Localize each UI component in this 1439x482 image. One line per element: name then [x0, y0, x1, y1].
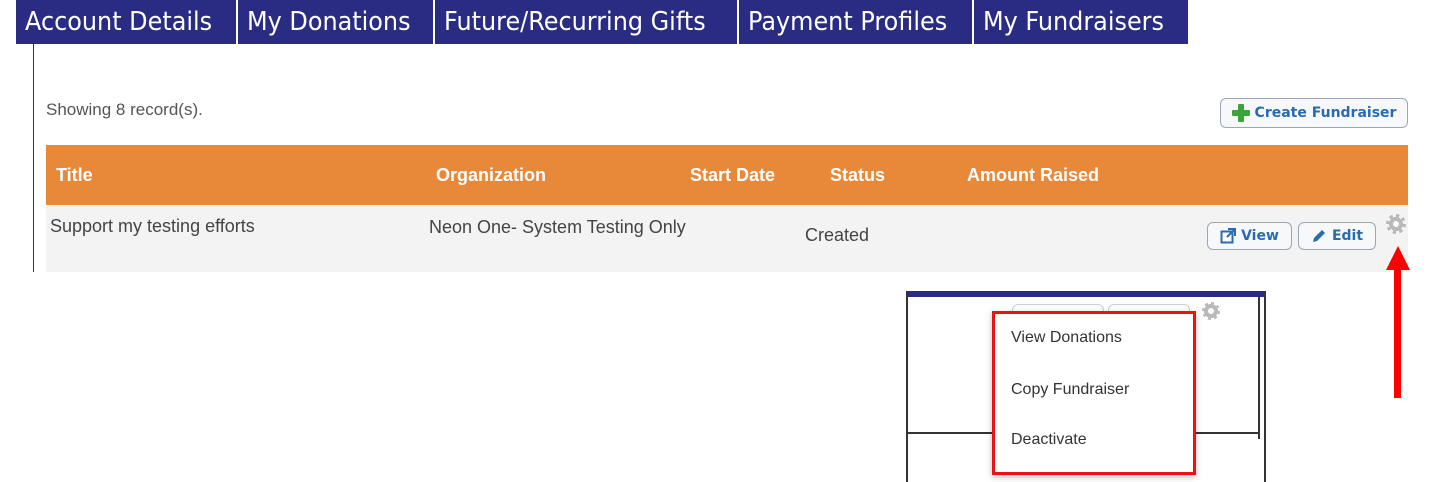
tab-account-details[interactable]: Account Details [16, 0, 239, 44]
gear-icon [1202, 302, 1220, 320]
divider [1258, 297, 1260, 439]
row-status: Created [805, 225, 870, 245]
tab-payment-profiles[interactable]: Payment Profiles [738, 0, 975, 44]
column-header-title[interactable]: Title [56, 145, 93, 205]
tab-label: Payment Profiles [747, 7, 947, 37]
column-header-start-date[interactable]: Start Date [690, 145, 775, 205]
tab-my-donations[interactable]: My Donations [238, 0, 436, 44]
tab-label: Account Details [25, 7, 213, 37]
plus-icon [1231, 104, 1250, 122]
record-count: Showing 8 record(s). [46, 100, 203, 119]
menu-item-view-donations[interactable]: View Donations [1011, 329, 1122, 347]
tab-bar: Account Details My Donations Future/Recu… [16, 0, 1188, 44]
tab-label: Future/Recurring Gifts [444, 7, 706, 37]
actions-dropdown-menu: View Donations Copy Fundraiser Deactivat… [992, 311, 1196, 475]
annotation-arrow-head [1386, 246, 1410, 270]
external-link-icon [1220, 228, 1237, 244]
column-header-amount-raised[interactable]: Amount Raised [967, 145, 1099, 205]
edit-button[interactable]: Edit [1298, 222, 1376, 250]
view-button[interactable]: View [1207, 222, 1292, 250]
column-header-status[interactable]: Status [830, 145, 885, 205]
create-fundraiser-button[interactable]: Create Fundraiser [1220, 98, 1408, 128]
row-organization: Neon One- System Testing Only [429, 217, 686, 237]
tab-label: My Donations [247, 7, 411, 37]
inset-top-bar [908, 292, 1264, 297]
tab-my-fundraisers[interactable]: My Fundraisers [974, 0, 1188, 44]
annotation-arrow [1394, 268, 1401, 398]
menu-item-deactivate[interactable]: Deactivate [1011, 431, 1087, 449]
menu-item-copy-fundraiser[interactable]: Copy Fundraiser [1011, 381, 1129, 399]
edit-label: Edit [1331, 228, 1364, 244]
row-title: Support my testing efforts [50, 216, 255, 236]
create-fundraiser-label: Create Fundraiser [1254, 105, 1397, 121]
tab-label: My Fundraisers [983, 7, 1165, 37]
tab-future-recurring-gifts[interactable]: Future/Recurring Gifts [435, 0, 739, 44]
column-header-organization[interactable]: Organization [436, 145, 546, 205]
gear-icon[interactable] [1386, 214, 1406, 234]
table-header: Title Organization Start Date Status Amo… [46, 145, 1408, 205]
table-row: Support my testing efforts Neon One- Sys… [46, 205, 1408, 272]
pencil-icon [1312, 230, 1325, 242]
view-label: View [1241, 228, 1279, 244]
